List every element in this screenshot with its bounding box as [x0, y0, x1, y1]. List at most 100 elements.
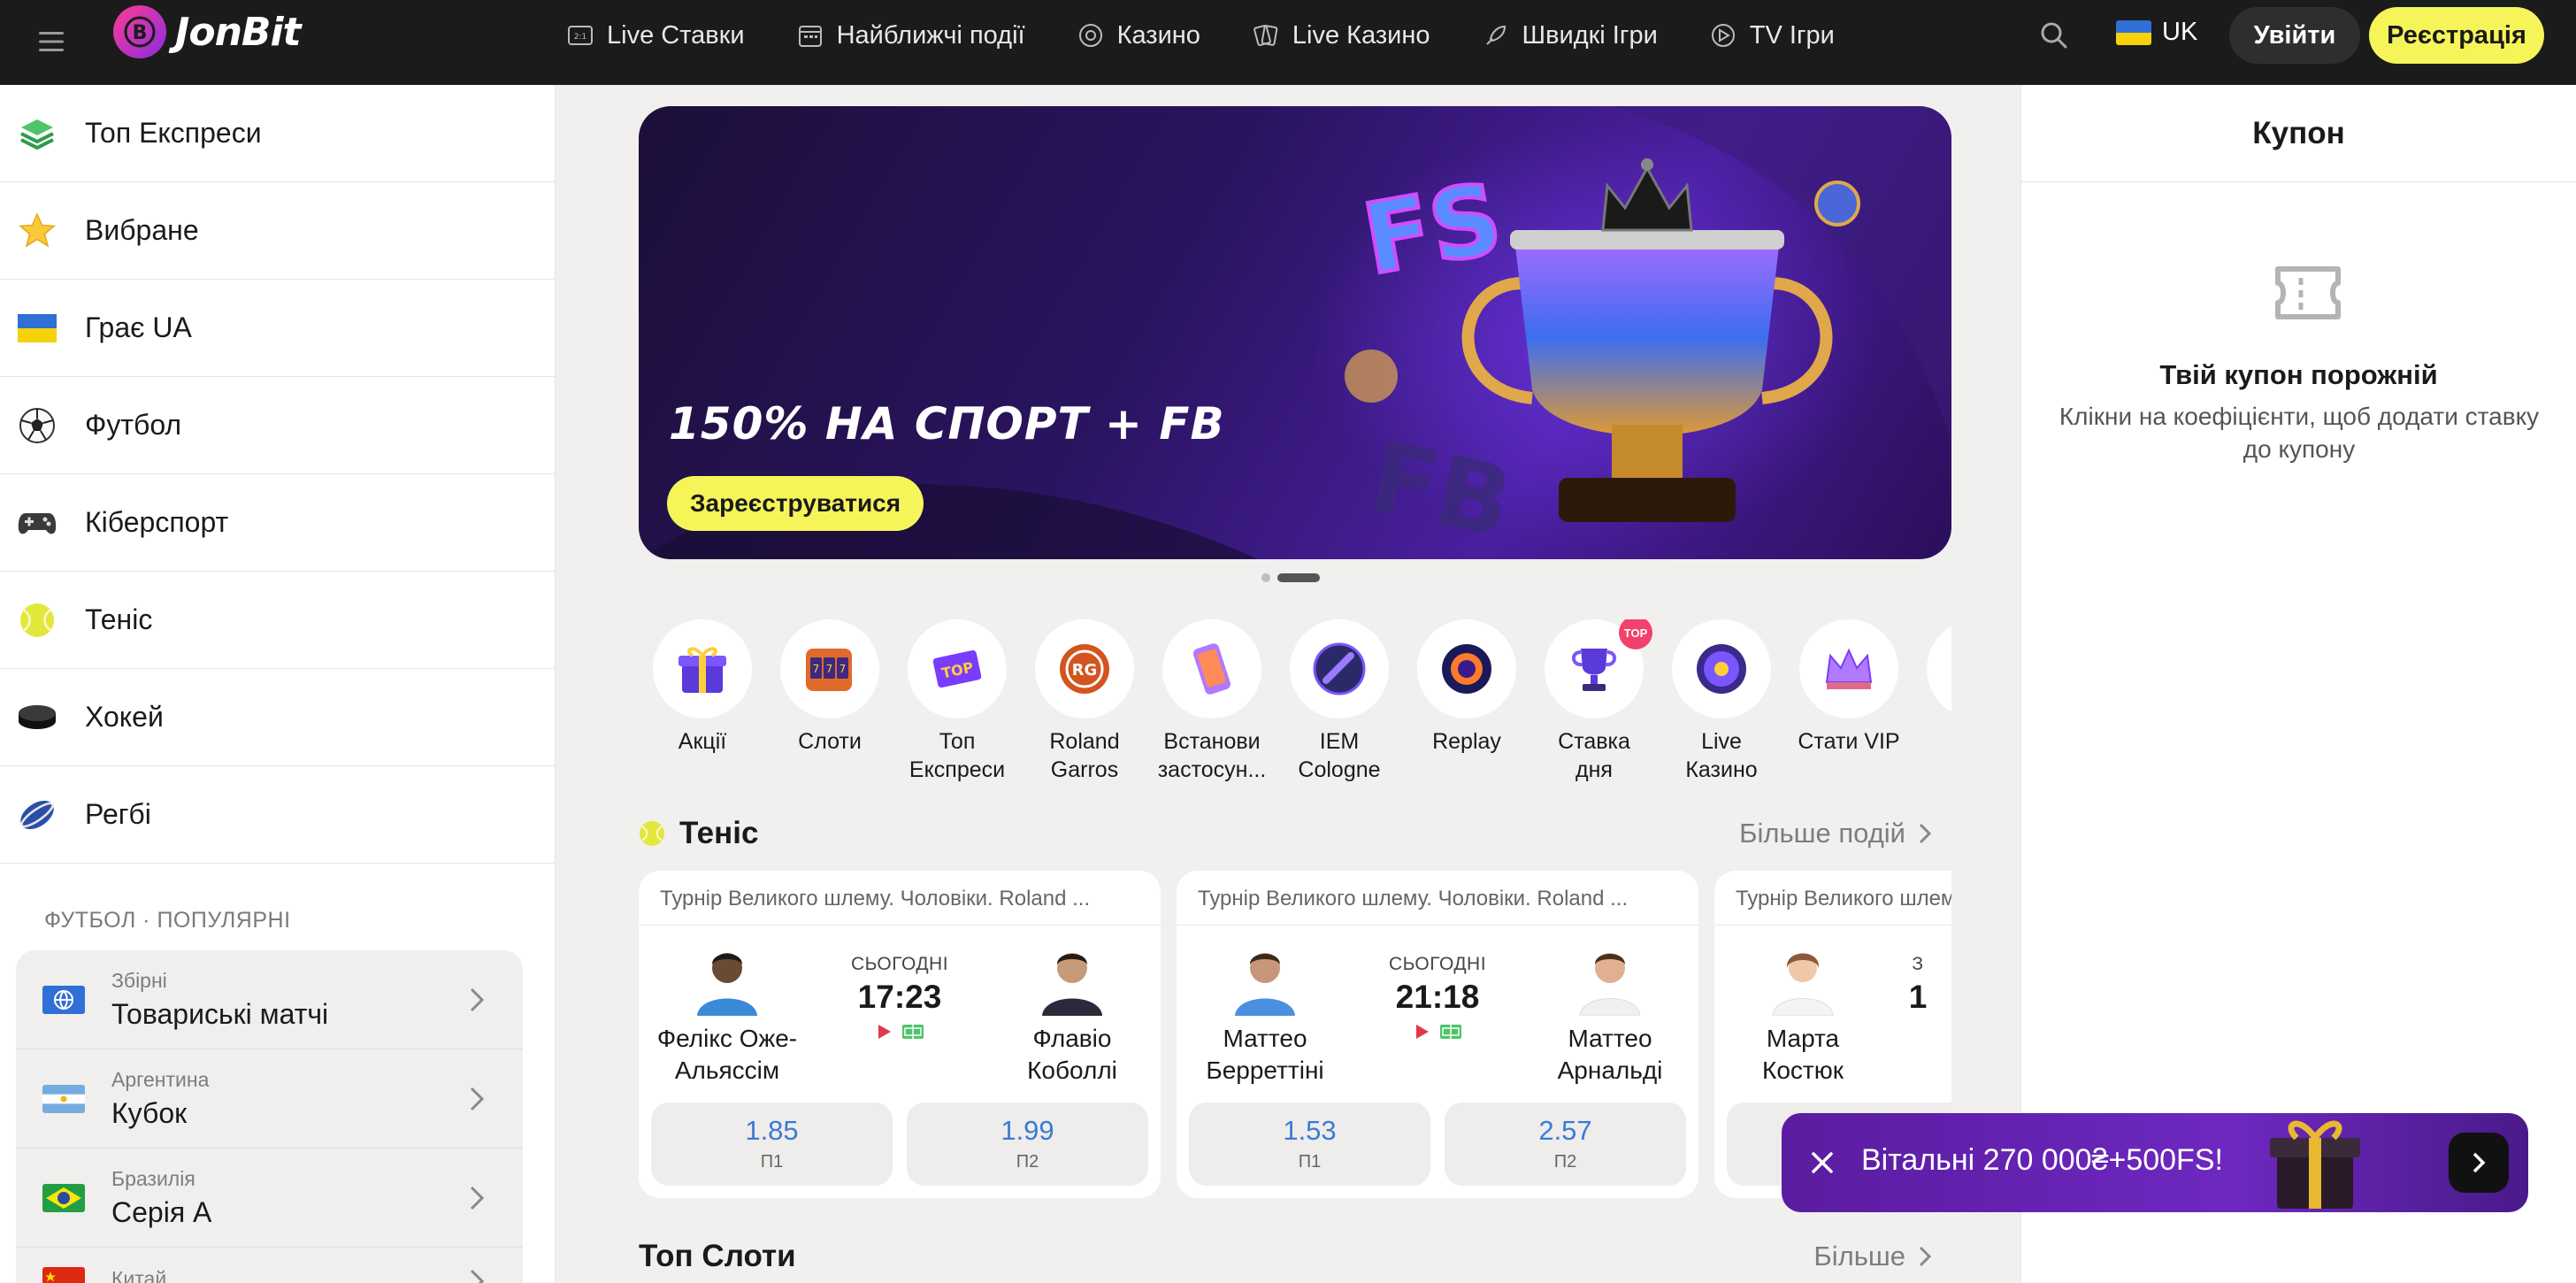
event-clock: 1: [1908, 979, 1928, 1015]
nav-live-casino[interactable]: Live Казино: [1252, 21, 1430, 50]
welcome-bonus-popup[interactable]: Вітальні 270 000₴+500FS!: [1782, 1113, 2528, 1212]
odd-p1[interactable]: 1.53 П1: [1189, 1102, 1430, 1186]
category-label: Встанови застосун...: [1157, 729, 1267, 782]
tournament-name: Турнір Великого шлему. Чоловіки. Roland …: [639, 871, 1161, 926]
player-2: Флавіо Коболлі: [984, 941, 1161, 1087]
category-shortcuts: Акції 777 Слоти TOP Топ Експреси RG Rola…: [653, 619, 1951, 796]
nav-label: Казино: [1116, 20, 1200, 50]
live-bets-icon: 2:1: [568, 26, 593, 45]
sidebar-item-rugby[interactable]: Регбі: [0, 766, 555, 864]
ticket-icon: [2275, 266, 2341, 319]
close-icon[interactable]: [1806, 1147, 1838, 1179]
sidebar-item-favorites[interactable]: Вибране: [0, 182, 555, 280]
league-country: Китай: [111, 1267, 167, 1283]
category-live-casino[interactable]: Live Казино: [1672, 619, 1771, 796]
sidebar-item-top-express[interactable]: Топ Експреси: [0, 85, 555, 182]
top-bar: B JonBit 2:1 Live Ставки Найближчі події…: [0, 0, 2576, 85]
carousel-dot[interactable]: [1261, 573, 1270, 582]
sidebar-item-hockey[interactable]: Хокей: [0, 669, 555, 766]
language-label: UK: [2162, 18, 2198, 46]
category-become-vip[interactable]: Стати VIP: [1798, 619, 1900, 796]
nav-casino[interactable]: Казино: [1077, 21, 1200, 50]
promo-open-button[interactable]: [2449, 1133, 2509, 1193]
nav-tv-games[interactable]: TV Ігри: [1709, 21, 1835, 50]
category-label: Стати VIP: [1798, 729, 1900, 754]
league-item-brazil-serie-a[interactable]: Бразилія Серія А: [16, 1149, 523, 1248]
nav-label: TV Ігри: [1749, 20, 1835, 50]
carousel-dots: [1261, 573, 1320, 582]
sidebar-item-plays-ua[interactable]: Грає UA: [0, 280, 555, 377]
svg-text:2:1: 2:1: [574, 33, 586, 42]
rugby-ball-icon: [16, 794, 58, 836]
category-top-express[interactable]: TOP Топ Експреси: [908, 619, 1007, 796]
top-express-icon: TOP: [908, 619, 1007, 718]
svg-text:7: 7: [813, 663, 820, 675]
carousel-dot-active[interactable]: [1277, 573, 1320, 582]
league-name: Серія А: [111, 1195, 212, 1228]
sidebar: Топ Експреси Вибране Грає UA Футбол Кібе…: [0, 85, 556, 1283]
sidebar-item-label: Грає UA: [85, 311, 192, 343]
category-iem-cologne[interactable]: IEM Cologne: [1290, 619, 1389, 796]
odd-p2[interactable]: 1.99 П2: [907, 1102, 1148, 1186]
nav-upcoming-events[interactable]: Найближчі події: [796, 21, 1025, 50]
league-country: Бразилія: [111, 1166, 196, 1190]
ukraine-flag-icon: [16, 307, 58, 350]
court-icon: [902, 1025, 924, 1039]
menu-icon[interactable]: [34, 24, 69, 59]
sidebar-item-esports[interactable]: Кіберспорт: [0, 474, 555, 572]
sidebar-item-label: Теніс: [85, 603, 153, 635]
event-day: З: [1912, 954, 1924, 974]
more-slots-link[interactable]: Більше: [1813, 1241, 1951, 1272]
category-promotions[interactable]: Акції: [653, 619, 752, 796]
sidebar-item-tennis[interactable]: Теніс: [0, 572, 555, 669]
iem-icon: [1290, 619, 1389, 718]
event-time: З 1: [1882, 954, 1951, 1016]
svg-text:RG: RG: [1072, 661, 1098, 680]
banner-title: 150% НА СПОРТ + FB: [669, 398, 1225, 449]
league-item-argentina-cup[interactable]: Аргентина Кубок: [16, 1049, 523, 1149]
main-content: FS FB 150% НА СПОРТ + FB Зареєструватися…: [556, 85, 2020, 1283]
nav-label: Найближчі події: [836, 20, 1025, 50]
more-label: Більше: [1813, 1241, 1905, 1271]
chevron-right-icon: [1919, 1246, 1932, 1267]
banner-register-button[interactable]: Зареєструватися: [667, 476, 924, 531]
search-icon[interactable]: [2036, 18, 2072, 53]
category-label: Слоти: [798, 729, 862, 754]
category-roland-garros[interactable]: RG Roland Garros: [1035, 619, 1134, 796]
category-replay[interactable]: Replay: [1417, 619, 1516, 796]
promo-text: Вітальні 270 000₴+500FS!: [1861, 1143, 2223, 1177]
cards-icon: [1254, 24, 1278, 47]
nav-quick-games[interactable]: Швидкі Ігри: [1482, 21, 1658, 50]
league-item-friendlies[interactable]: Збірні Товариські матчі: [16, 950, 523, 1049]
tennis-events: Турнір Великого шлему. Чоловіки. Roland …: [639, 871, 1951, 1283]
category-bet-of-day[interactable]: TOP Ставка дня: [1545, 619, 1652, 796]
event-card[interactable]: Турнір Великого шлему. Чоловіки. Roland …: [1177, 871, 1698, 1198]
logo-text: JonBit: [175, 9, 302, 55]
event-card[interactable]: Турнір Великого шлему. Чоловіки. Roland …: [639, 871, 1161, 1198]
category-install-app[interactable]: Встанови застосун...: [1158, 619, 1266, 796]
tennis-ball-icon: [640, 821, 664, 846]
nav-live-bets[interactable]: 2:1 Live Ставки: [566, 21, 745, 50]
coupon-empty-hint: Клікни на коефіцієнти, щоб додати ставку…: [2058, 403, 2540, 463]
argentina-flag-icon: [42, 1084, 85, 1113]
sidebar-item-football[interactable]: Футбол: [0, 377, 555, 474]
replay-icon: [1417, 619, 1516, 718]
league-item-china[interactable]: Китай: [16, 1248, 523, 1283]
register-button[interactable]: Реєстрація: [2369, 7, 2544, 64]
category-label: Live Казино: [1685, 729, 1758, 782]
more-label: Більше подій: [1739, 818, 1905, 849]
rocket-icon: [1485, 25, 1506, 45]
calendar-icon: [798, 26, 822, 47]
promo-banner[interactable]: FS FB 150% НА СПОРТ + FB Зареєструватися: [639, 106, 1951, 559]
language-selector[interactable]: UK: [2116, 18, 2197, 47]
category-partial[interactable]: Po: [1927, 619, 1951, 796]
odd-p1[interactable]: 1.85 П1: [651, 1102, 893, 1186]
odd-p2[interactable]: 2.57 П2: [1445, 1102, 1686, 1186]
slots-section-header: Топ Слоти Більше: [639, 1235, 1951, 1278]
login-button[interactable]: Увійти: [2229, 7, 2360, 64]
more-events-link[interactable]: Більше подій: [1739, 818, 1951, 849]
player-photo: [1035, 941, 1109, 1016]
logo[interactable]: B JonBit: [113, 5, 302, 58]
category-slots[interactable]: 777 Слоти: [780, 619, 879, 796]
sidebar-item-label: Топ Експреси: [85, 117, 262, 149]
